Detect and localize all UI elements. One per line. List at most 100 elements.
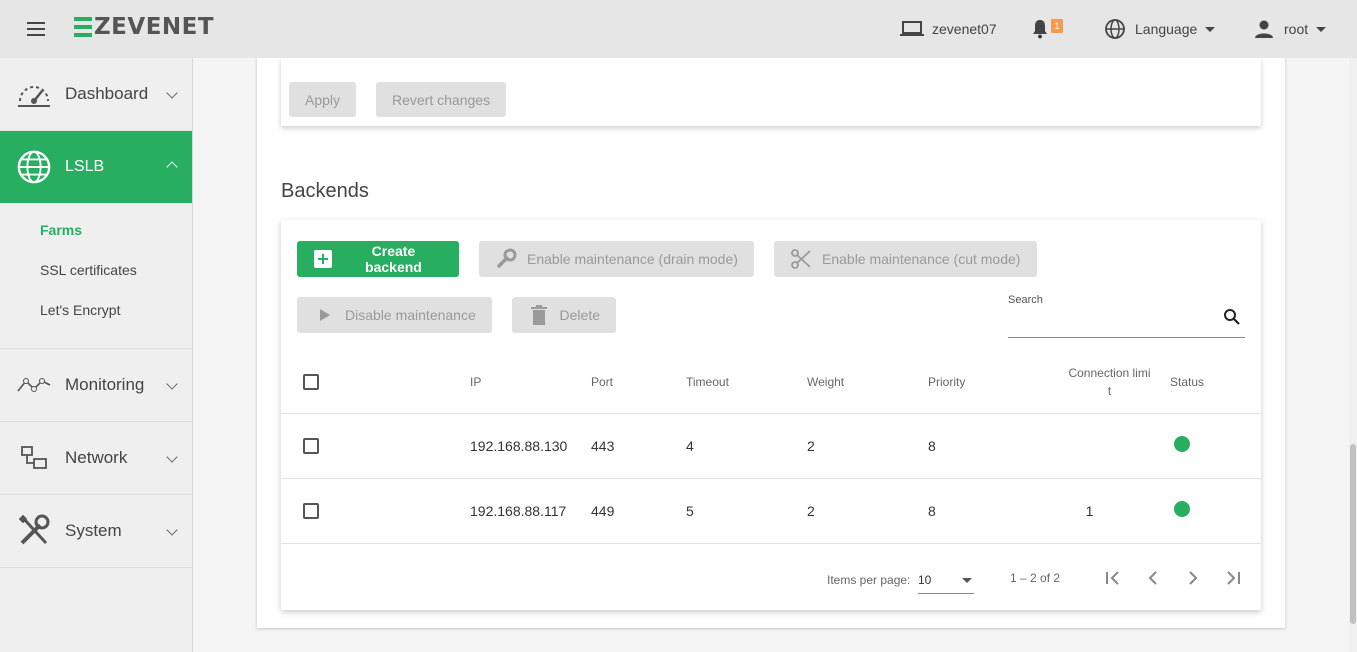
chevron-down-icon bbox=[166, 524, 178, 536]
disable-maintenance-button[interactable]: Disable maintenance bbox=[297, 297, 492, 333]
sidebar-item-dashboard[interactable]: Dashboard bbox=[0, 58, 192, 131]
scissors-icon bbox=[790, 248, 812, 270]
column-header-port[interactable]: Port bbox=[591, 352, 686, 414]
backends-card: Create backend Enable maintenance (drain… bbox=[281, 220, 1261, 610]
user-icon bbox=[1255, 20, 1273, 38]
chevron-down-icon bbox=[166, 451, 178, 463]
trash-icon bbox=[528, 304, 550, 326]
cell-weight: 2 bbox=[807, 478, 928, 544]
column-header-weight[interactable]: Weight bbox=[807, 352, 928, 414]
delete-button[interactable]: Delete bbox=[512, 297, 616, 333]
cell-ip: 192.168.88.117 bbox=[470, 478, 591, 544]
logo-icon bbox=[74, 17, 92, 37]
enable-maintenance-drain-button[interactable]: Enable maintenance (drain mode) bbox=[479, 241, 754, 277]
table-header-row: IP Port Timeout Weight Priority Connecti… bbox=[281, 352, 1261, 414]
user-label: root bbox=[1284, 21, 1309, 37]
apply-button[interactable]: Apply bbox=[289, 82, 357, 117]
cell-weight: 2 bbox=[807, 413, 928, 479]
wrench-icon bbox=[495, 248, 517, 270]
paginator: Items per page: 10 1 – 2 of 2 bbox=[281, 546, 1261, 610]
search-field[interactable]: Search bbox=[1008, 294, 1245, 338]
cell-priority: 8 bbox=[928, 478, 1049, 544]
chevron-down-icon bbox=[1316, 26, 1327, 32]
create-backend-button[interactable]: Create backend bbox=[297, 241, 459, 277]
sidebar-subitem-farms[interactable]: Farms bbox=[0, 222, 192, 262]
cell-timeout: 5 bbox=[686, 478, 807, 544]
sidebar-item-system[interactable]: System bbox=[0, 495, 192, 568]
search-input[interactable] bbox=[1008, 310, 1208, 334]
hostname-label: zevenet07 bbox=[932, 21, 997, 37]
sidebar-item-label: Network bbox=[65, 448, 128, 467]
laptop-icon bbox=[900, 21, 924, 36]
plus-box-icon bbox=[313, 248, 334, 270]
chevron-down-icon bbox=[1205, 26, 1216, 32]
host-indicator: zevenet07 bbox=[900, 0, 997, 58]
play-icon bbox=[313, 304, 335, 326]
column-header-connection-limit[interactable]: Connection limi t bbox=[1049, 352, 1170, 414]
table-row[interactable]: 192.168.88.117 449 5 2 8 1 bbox=[281, 478, 1261, 544]
items-per-page-select[interactable]: 10 bbox=[918, 566, 974, 594]
cell-priority: 8 bbox=[928, 413, 1049, 479]
chevron-up-icon bbox=[166, 161, 178, 173]
scrollbar[interactable] bbox=[1349, 58, 1357, 652]
sidebar-item-network[interactable]: Network bbox=[0, 422, 192, 495]
sidebar-item-label: Monitoring bbox=[65, 375, 145, 394]
language-label: Language bbox=[1135, 21, 1198, 37]
table-row[interactable]: 192.168.88.130 443 4 2 8 bbox=[281, 413, 1261, 479]
enable-maintenance-cut-button[interactable]: Enable maintenance (cut mode) bbox=[774, 241, 1037, 277]
sidebar-item-monitoring[interactable]: Monitoring bbox=[0, 349, 192, 422]
last-page-icon bbox=[1227, 571, 1240, 585]
cut-mode-label: Enable maintenance (cut mode) bbox=[822, 251, 1021, 267]
sidebar-subitem-ssl-certificates[interactable]: SSL certificates bbox=[0, 262, 192, 302]
user-dropdown[interactable]: root bbox=[1254, 0, 1327, 58]
backends-table: IP Port Timeout Weight Priority Connecti… bbox=[281, 352, 1261, 544]
notifications-button[interactable]: 1 bbox=[1031, 0, 1063, 58]
column-header-ip[interactable]: IP bbox=[470, 352, 591, 414]
chevron-left-icon bbox=[1148, 571, 1157, 585]
chevron-down-icon bbox=[166, 378, 178, 390]
tools-icon bbox=[16, 513, 52, 549]
cell-ip: 192.168.88.130 bbox=[470, 413, 591, 479]
first-page-button[interactable] bbox=[1101, 566, 1125, 590]
items-per-page-label: Items per page: bbox=[827, 573, 911, 587]
sidebar-item-label: LSLB bbox=[65, 158, 105, 175]
logo-text: ZEVENET bbox=[94, 14, 215, 40]
globe-icon bbox=[1105, 19, 1125, 39]
cell-timeout: 4 bbox=[686, 413, 807, 479]
drain-mode-label: Enable maintenance (drain mode) bbox=[527, 251, 738, 267]
select-all-checkbox[interactable] bbox=[303, 374, 319, 391]
cell-port: 449 bbox=[591, 478, 686, 544]
main-content: Apply Revert changes Backends Create bac… bbox=[193, 58, 1357, 652]
column-header-priority[interactable]: Priority bbox=[928, 352, 1049, 414]
menu-icon[interactable] bbox=[24, 18, 48, 38]
top-bar: ZEVENET zevenet07 1 Language root bbox=[0, 0, 1357, 58]
section-title: Backends bbox=[281, 180, 369, 202]
bell-icon bbox=[1033, 20, 1047, 39]
scrollbar-thumb[interactable] bbox=[1350, 444, 1356, 624]
revert-changes-button[interactable]: Revert changes bbox=[376, 82, 507, 117]
delete-label: Delete bbox=[559, 307, 600, 323]
column-header-timeout[interactable]: Timeout bbox=[686, 352, 807, 414]
search-label: Search bbox=[1008, 294, 1043, 306]
connection-limit-line-2: t bbox=[1107, 384, 1112, 399]
status-indicator bbox=[1174, 501, 1190, 517]
cell-connection-limit: 1 bbox=[1049, 478, 1170, 544]
row-checkbox[interactable] bbox=[303, 438, 319, 455]
sidebar: Dashboard LSLB Farms SSL certificates Le… bbox=[0, 58, 193, 652]
logo[interactable]: ZEVENET bbox=[74, 14, 214, 40]
row-checkbox[interactable] bbox=[303, 503, 319, 520]
first-page-icon bbox=[1106, 571, 1119, 585]
column-header-status[interactable]: Status bbox=[1170, 352, 1261, 414]
status-indicator bbox=[1174, 436, 1190, 452]
sidebar-item-label: Dashboard bbox=[65, 84, 149, 103]
chevron-down-icon bbox=[166, 87, 178, 99]
next-page-button[interactable] bbox=[1181, 566, 1205, 590]
sidebar-item-lslb[interactable]: LSLB bbox=[0, 131, 192, 204]
search-icon[interactable] bbox=[1223, 308, 1241, 331]
last-page-button[interactable] bbox=[1221, 566, 1245, 590]
notification-badge: 1 bbox=[1051, 19, 1063, 33]
previous-page-button[interactable] bbox=[1141, 566, 1165, 590]
globe-icon bbox=[16, 149, 52, 185]
language-dropdown[interactable]: Language bbox=[1104, 0, 1216, 58]
sidebar-subitem-lets-encrypt[interactable]: Let's Encrypt bbox=[0, 302, 192, 342]
